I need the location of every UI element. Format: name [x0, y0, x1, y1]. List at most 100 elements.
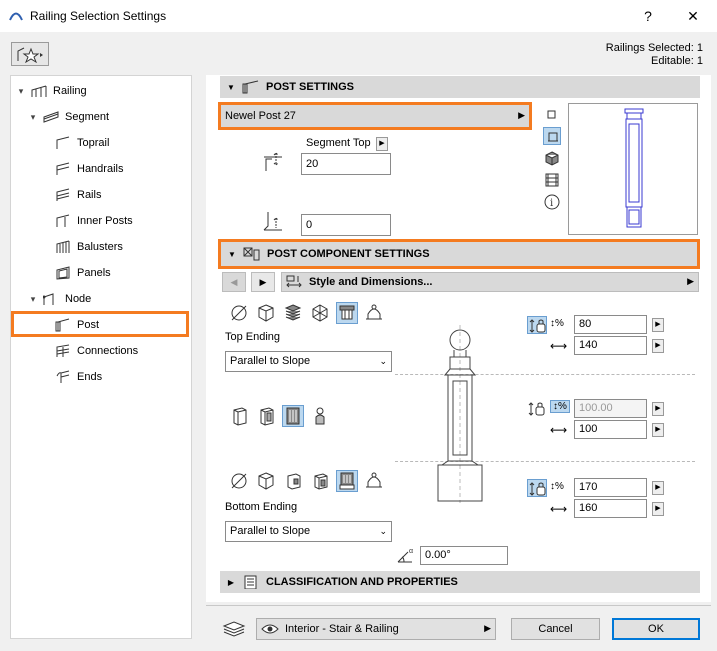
- expand-arrow-icon[interactable]: ▶: [224, 578, 238, 587]
- post-type-label: Newel Post 27: [225, 110, 296, 122]
- tree-item-handrails[interactable]: Handrails: [15, 156, 187, 182]
- top-height-menu-button[interactable]: ▶: [652, 318, 664, 332]
- chevron-right-icon: ▶: [518, 110, 525, 120]
- tree-item-connections[interactable]: Connections: [15, 338, 187, 364]
- tree-item-balusters[interactable]: Balusters: [15, 234, 187, 260]
- close-button[interactable]: ✕: [682, 6, 704, 26]
- plan-view-icon[interactable]: [543, 106, 561, 124]
- next-tab-button[interactable]: ▶: [251, 272, 275, 292]
- post-settings-icon: [242, 80, 259, 94]
- ok-button[interactable]: OK: [612, 618, 700, 640]
- collapse-arrow-icon[interactable]: ▼: [225, 250, 239, 259]
- collapse-arrow-icon[interactable]: ▼: [224, 83, 238, 92]
- tree-item-segment[interactable]: ▾ Segment: [15, 104, 187, 130]
- width-arrow-icon: ⟷: [550, 423, 568, 437]
- tab-label: Style and Dimensions...: [309, 276, 433, 288]
- bottom-height-menu-button[interactable]: ▶: [652, 481, 664, 495]
- railing-icon: [31, 85, 47, 97]
- tree-item-inner-posts[interactable]: Inner Posts: [15, 208, 187, 234]
- no-ending-icon[interactable]: [228, 470, 250, 492]
- width-arrow-icon: ⟷: [550, 339, 568, 353]
- dome-base-ending-icon[interactable]: [363, 470, 385, 492]
- cancel-button[interactable]: Cancel: [511, 618, 600, 640]
- panel-base-ending-icon[interactable]: [309, 470, 331, 492]
- collapse-arrow-icon[interactable]: ▾: [27, 112, 39, 123]
- classification-header[interactable]: ▶ CLASSIFICATION AND PROPERTIES: [220, 571, 700, 593]
- top-width-menu-button[interactable]: ▶: [652, 339, 664, 353]
- post-component-icon: [243, 247, 260, 261]
- bottom-offset-field[interactable]: 0: [301, 214, 391, 236]
- height-lock-icon[interactable]: [527, 400, 547, 418]
- turned-shaft-icon[interactable]: [309, 405, 331, 427]
- mid-width-field[interactable]: 100: [574, 420, 647, 439]
- connection-icon: [56, 344, 70, 357]
- rail-icon: [56, 188, 70, 201]
- tree-item-label: Ends: [77, 371, 103, 383]
- node-icon: [43, 293, 54, 305]
- mid-height-menu-button[interactable]: ▶: [652, 402, 664, 416]
- bottom-width-menu-button[interactable]: ▶: [652, 502, 664, 516]
- 3d-view-icon[interactable]: [543, 149, 561, 167]
- segment-top-menu-button[interactable]: ▶: [376, 137, 388, 151]
- post-settings-header[interactable]: ▼ POST SETTINGS: [220, 76, 700, 98]
- tree-item-node[interactable]: ▾ Node: [15, 286, 187, 312]
- top-width-field[interactable]: 140: [574, 336, 647, 355]
- panel-shaft-icon[interactable]: [255, 405, 277, 427]
- bottom-height-field[interactable]: 170: [574, 478, 647, 497]
- tree-item-railing[interactable]: ▾ Railing: [15, 78, 187, 104]
- box-ending-icon[interactable]: [255, 470, 277, 492]
- faceted-ending-icon[interactable]: [309, 302, 331, 324]
- top-height-field[interactable]: 80: [574, 315, 647, 334]
- bottom-ending-dropdown[interactable]: Parallel to Slope ⌄: [225, 521, 392, 542]
- component-tab-selector[interactable]: Style and Dimensions... ▶: [281, 272, 699, 292]
- title-bar: Railing Selection Settings ? ✕: [0, 0, 717, 32]
- base-ending-icon[interactable]: [336, 470, 358, 492]
- capital-ending-icon[interactable]: [336, 302, 358, 324]
- bottom-width-field[interactable]: 160: [574, 499, 647, 518]
- tree-item-label: Railing: [53, 85, 87, 97]
- height-lock-icon[interactable]: [527, 479, 547, 497]
- railings-selected-count: Railings Selected: 1: [605, 42, 703, 54]
- plinth-ending-icon[interactable]: [282, 470, 304, 492]
- bottom-offset-icon: [263, 212, 282, 231]
- bottom-ending-shapes: [228, 470, 385, 492]
- height-percent-toggle[interactable]: ↕%: [550, 400, 570, 413]
- top-ending-dropdown[interactable]: Parallel to Slope ⌄: [225, 351, 392, 372]
- height-percent-icon: ↕%: [550, 481, 564, 492]
- collapse-arrow-icon[interactable]: ▾: [27, 294, 39, 305]
- layered-ending-icon[interactable]: [282, 302, 304, 324]
- tree-item-toprail[interactable]: Toprail: [15, 130, 187, 156]
- post-highlight-frame: [11, 311, 189, 337]
- dimensions-icon: [286, 275, 302, 288]
- tree-item-rails[interactable]: Rails: [15, 182, 187, 208]
- square-shaft-icon[interactable]: [228, 405, 250, 427]
- no-ending-icon[interactable]: [228, 302, 250, 324]
- box-ending-icon[interactable]: [255, 302, 277, 324]
- section-title: CLASSIFICATION AND PROPERTIES: [266, 576, 458, 588]
- fluted-shaft-icon[interactable]: [282, 405, 304, 427]
- mid-width-menu-button[interactable]: ▶: [652, 423, 664, 437]
- favorites-button[interactable]: [11, 42, 49, 66]
- tree-item-panels[interactable]: Panels: [15, 260, 187, 286]
- bottom-ending-value: Parallel to Slope: [230, 525, 311, 537]
- film-strip-icon[interactable]: [543, 171, 561, 189]
- tree-item-ends[interactable]: Ends: [15, 364, 187, 390]
- top-offset-field[interactable]: 20: [301, 153, 391, 175]
- layer-selector[interactable]: Interior - Stair & Railing ▶: [256, 618, 496, 640]
- tree-item-label: Toprail: [77, 137, 110, 149]
- inner-post-icon: [56, 214, 70, 227]
- previous-tab-button[interactable]: ◀: [222, 272, 246, 292]
- mid-height-field[interactable]: 100.00: [574, 399, 647, 418]
- post-type-selector[interactable]: Newel Post 27 ▶: [218, 102, 532, 130]
- dome-ending-icon[interactable]: [363, 302, 385, 324]
- angle-field[interactable]: 0.00°: [420, 546, 508, 565]
- tree-item-label: Segment: [65, 111, 110, 123]
- help-button[interactable]: ?: [637, 6, 659, 26]
- info-icon[interactable]: i: [543, 193, 561, 211]
- section-title: POST SETTINGS: [266, 81, 355, 93]
- elevation-view-icon[interactable]: [543, 127, 561, 145]
- post-component-settings-header[interactable]: ▼ POST COMPONENT SETTINGS: [218, 239, 700, 269]
- collapse-arrow-icon[interactable]: ▾: [15, 86, 27, 97]
- height-lock-icon[interactable]: [527, 316, 547, 334]
- shaft-shapes: [228, 405, 331, 427]
